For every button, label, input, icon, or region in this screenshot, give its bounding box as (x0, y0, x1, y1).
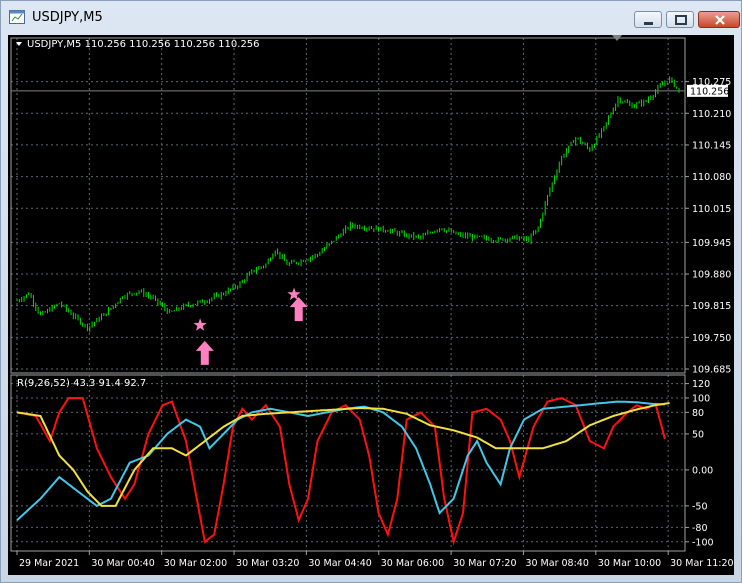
time-tick-label: 30 Mar 02:00 (164, 558, 227, 569)
signal-markers (193, 287, 308, 365)
indicator-tick-label: -50 (692, 501, 708, 512)
price-tick-label: 109.685 (692, 365, 731, 376)
current-price-label: 110.256 (690, 86, 729, 97)
indicator-header: R(9,26,52) 43.3 91.4 92.7 (17, 378, 146, 389)
main-pane-border (10, 37, 686, 374)
indicator-tick-label: 80 (692, 408, 704, 419)
time-tick-label: 30 Mar 07:20 (453, 558, 516, 569)
price-tick-label: 110.015 (692, 204, 731, 215)
chart-area[interactable]: USDJPY,M5 110.256 110.256 110.256 110.25… (8, 35, 734, 575)
price-axis: 110.275110.210110.145110.080110.015109.9… (685, 77, 731, 376)
maximize-button[interactable] (666, 11, 694, 28)
time-axis: 29 Mar 2021 30 Mar 00:40 30 Mar 02:00 30 Ma… (16, 551, 734, 569)
indicator-series-line (16, 400, 665, 521)
indicator-tick-label: -80 (692, 523, 708, 534)
time-tick-label: 30 Mar 10:00 (598, 558, 661, 569)
buy-arrow-icon (289, 297, 308, 322)
price-tick-label: 109.880 (692, 270, 731, 281)
time-tick-label: 30 Mar 11:20 (670, 558, 733, 569)
grid-lines (11, 38, 685, 551)
price-tick-label: 109.815 (692, 301, 731, 312)
star-marker-icon (193, 318, 207, 331)
minimize-button[interactable] (634, 11, 662, 28)
main-chart-header: USDJPY,M5 110.256 110.256 110.256 110.25… (27, 39, 260, 50)
indicator-tick-label: 100 (692, 393, 710, 404)
buy-arrow-icon (195, 340, 214, 365)
indicator-tick-label: 120 (692, 379, 710, 390)
indicator-pane-border (10, 374, 686, 552)
indicator-tick-label: 0.00 (692, 465, 713, 476)
price-tick-label: 109.750 (692, 333, 731, 344)
minimize-icon (644, 22, 653, 25)
time-tick-label: 30 Mar 03:20 (236, 558, 299, 569)
price-tick-label: 110.210 (692, 109, 731, 120)
indicator-axis: 120 100 80 50 0.00 -50 -80 -100 (685, 379, 714, 548)
title-bar[interactable]: USDJPY,M5 (1, 1, 741, 35)
restore-icon (675, 15, 687, 25)
indicator-tick-label: 50 (692, 429, 704, 440)
price-tick-label: 110.080 (692, 172, 731, 183)
close-icon (715, 15, 725, 25)
close-button[interactable] (698, 11, 740, 28)
time-tick-label: 30 Mar 04:40 (308, 558, 371, 569)
time-tick-label: 30 Mar 00:40 (91, 558, 154, 569)
chart-window-icon (9, 10, 25, 24)
price-tick-label: 110.145 (692, 140, 731, 151)
window-title: USDJPY,M5 (32, 10, 103, 25)
chart-canvas[interactable]: USDJPY,M5 110.256 110.256 110.256 110.25… (8, 35, 734, 575)
indicator-tick-label: -100 (692, 537, 714, 548)
time-tick-label: 29 Mar 2021 (19, 558, 79, 569)
candles (16, 76, 680, 333)
time-tick-label: 30 Mar 06:00 (381, 558, 444, 569)
price-tick-label: 109.945 (692, 238, 731, 249)
time-tick-label: 30 Mar 08:40 (525, 558, 588, 569)
chart-window: USDJPY,M5 USDJPY,M5 110.256 110.256 110.… (0, 0, 742, 583)
